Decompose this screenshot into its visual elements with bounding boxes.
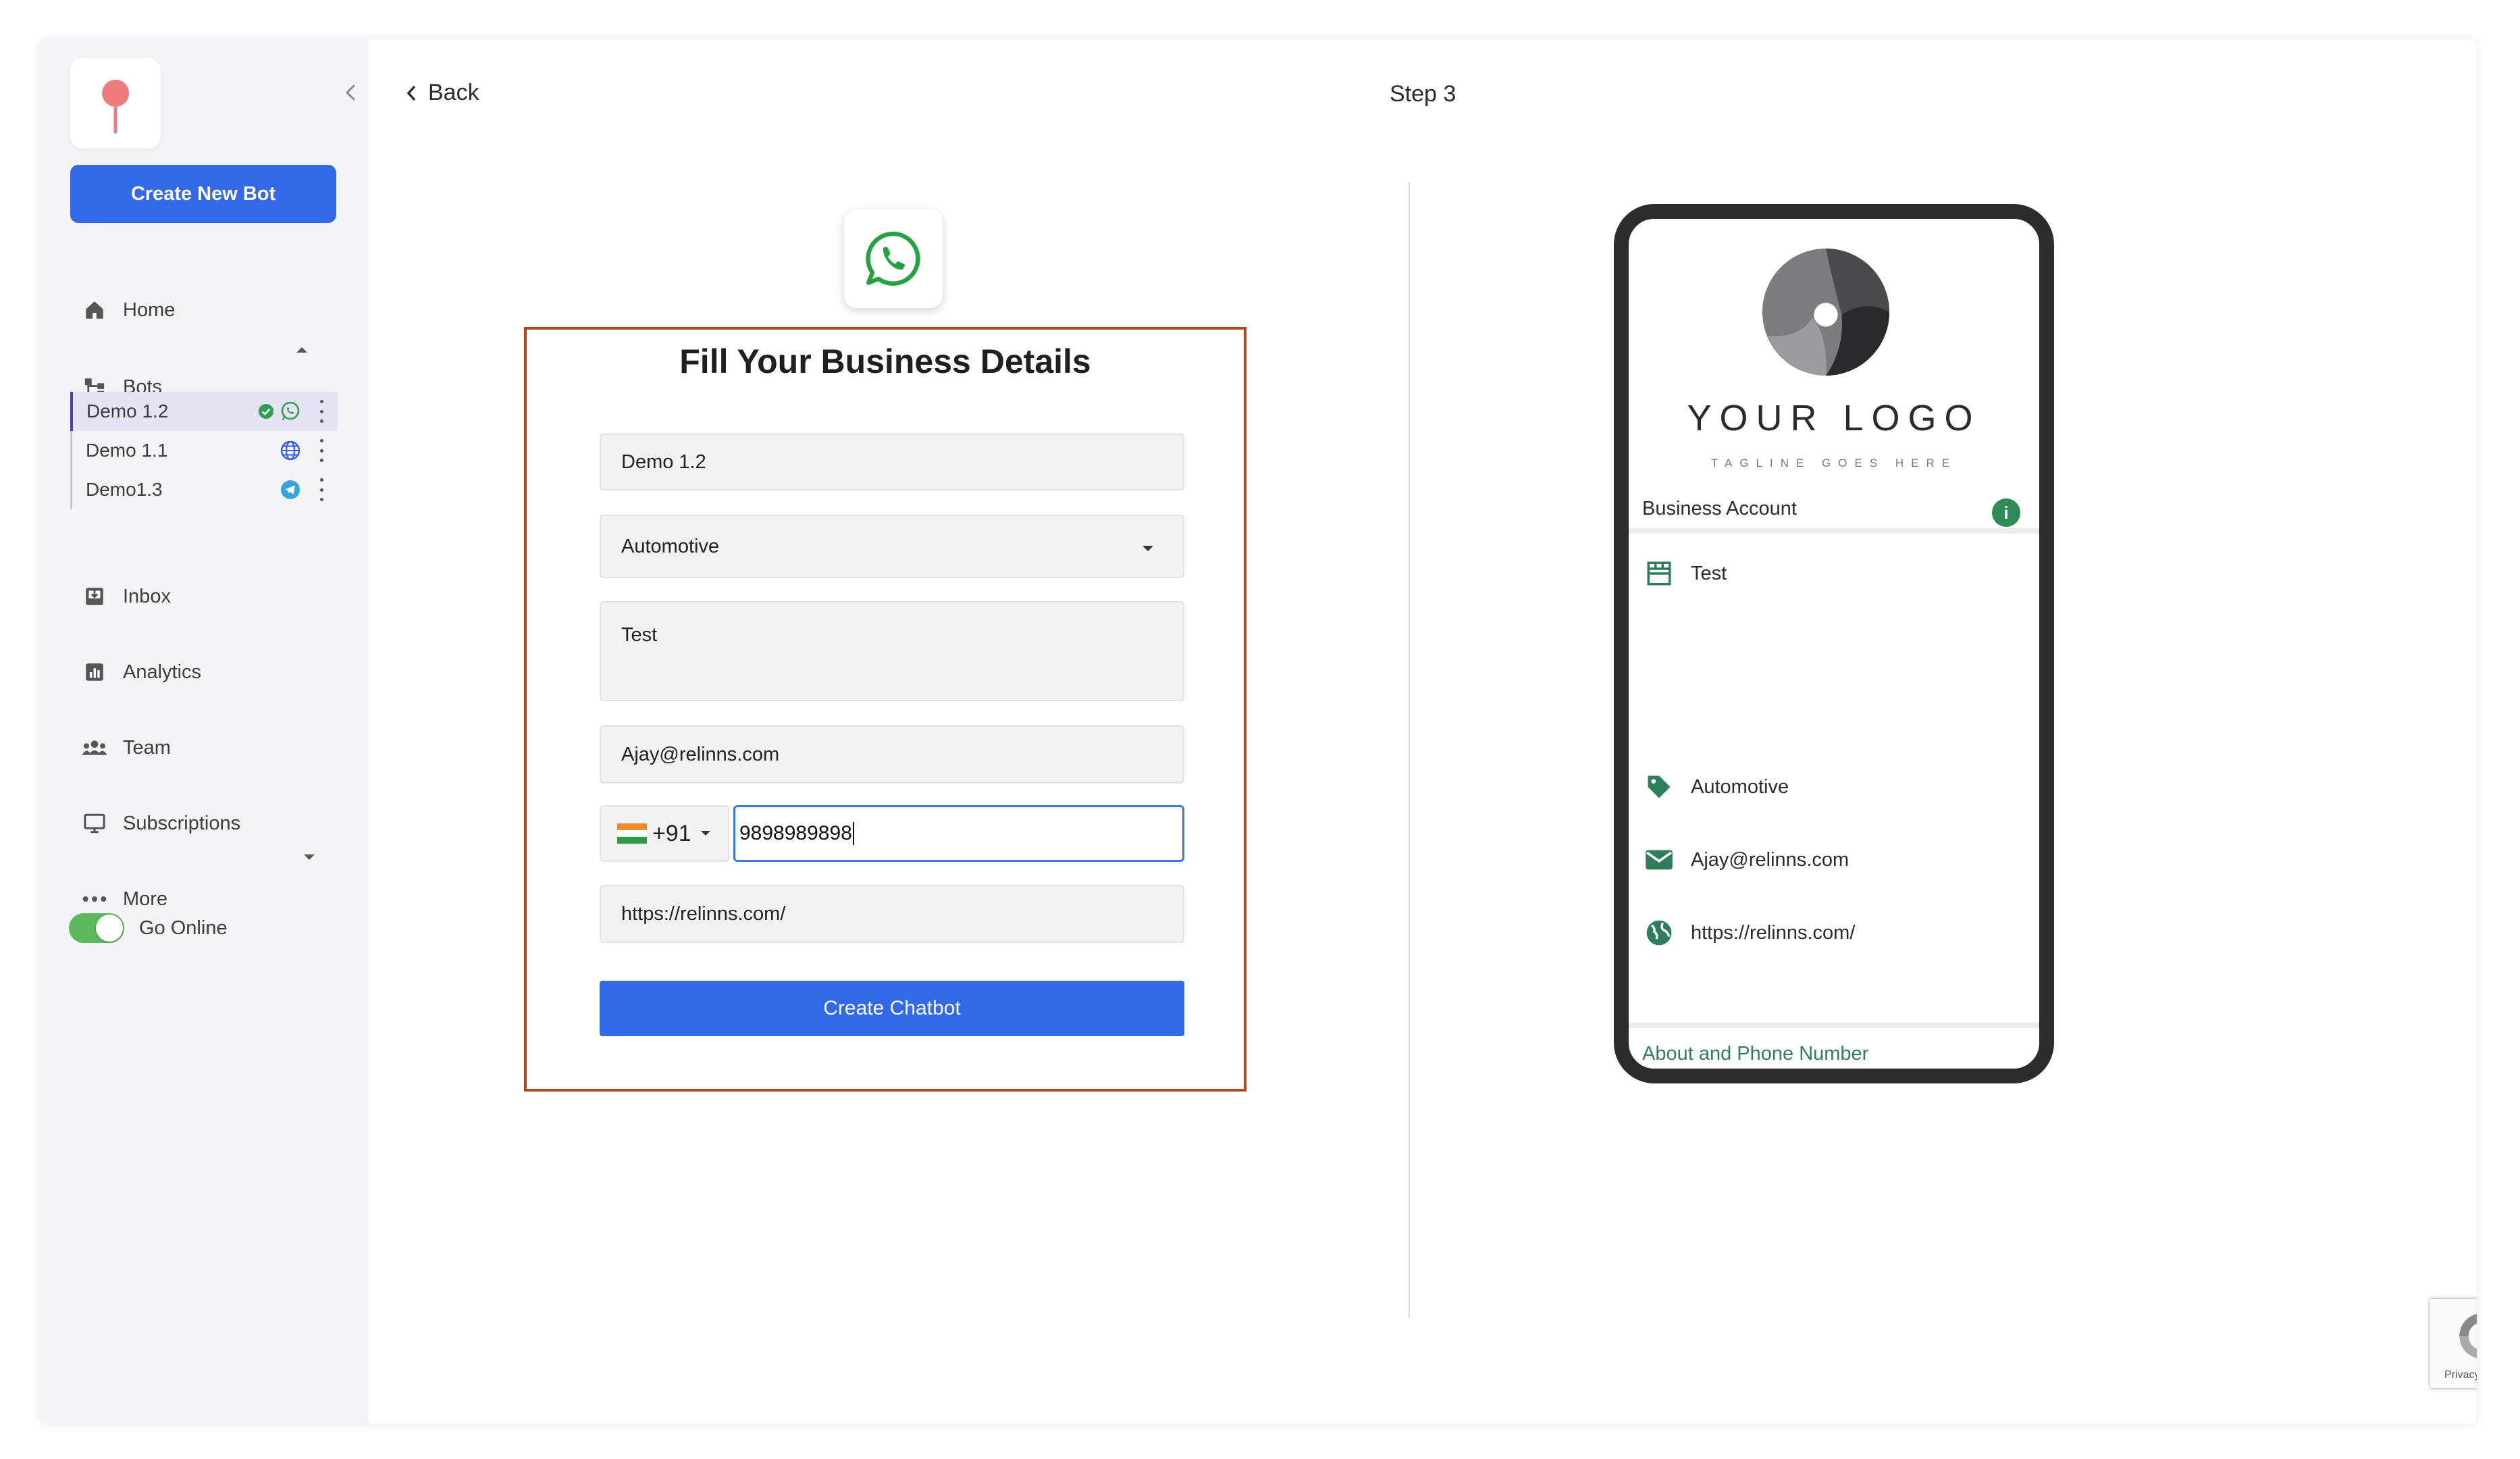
app-logo[interactable]	[70, 58, 161, 149]
business-name-input[interactable]: Demo 1.2	[600, 434, 1184, 490]
country-code-select[interactable]: +91	[600, 805, 729, 862]
logo-text: YOUR LOGO	[1687, 398, 1981, 438]
preview-email: Ajay@relinns.com	[1691, 848, 1849, 871]
nav-more[interactable]: More	[81, 882, 167, 916]
create-new-bot-button[interactable]: Create New Bot	[70, 165, 336, 223]
description-textarea[interactable]: Test	[600, 601, 1184, 701]
info-icon[interactable]: i	[1992, 498, 2020, 527]
country-code-value: +91	[652, 820, 691, 846]
chevron-down-icon	[1143, 546, 1153, 551]
recaptcha-links[interactable]: Privacy - Terms	[2430, 1369, 2477, 1381]
app-window: Create New Bot Home Bots Demo 1.2 Demo 1…	[39, 39, 2477, 1424]
bot-name: Demo1.3	[86, 479, 163, 500]
nav-more-label: More	[123, 888, 168, 910]
category-select[interactable]: Automotive	[600, 515, 1184, 578]
more-dots-icon	[81, 886, 108, 913]
nav-team-label: Team	[123, 736, 171, 759]
nav-analytics-label: Analytics	[123, 661, 202, 683]
nav-inbox[interactable]: Inbox	[81, 580, 171, 613]
preview-website: https://relinns.com/	[1691, 921, 1856, 944]
bot-options-icon[interactable]	[316, 439, 327, 462]
bot-list: Demo 1.2 Demo 1.1 Demo1.3	[70, 392, 338, 509]
preview-description-row: Test	[1642, 557, 1727, 590]
collapse-sidebar-icon[interactable]	[341, 82, 361, 103]
go-online-toggle[interactable]	[69, 913, 124, 943]
category-value: Automotive	[621, 535, 720, 557]
chevron-left-icon	[406, 85, 415, 101]
nav-home-label: Home	[123, 299, 176, 321]
preview-category-row: Automotive	[1642, 770, 1789, 804]
nav-analytics[interactable]: Analytics	[81, 655, 201, 689]
preview-category: Automotive	[1691, 775, 1789, 798]
preview-website-row: https://relinns.com/	[1642, 916, 1855, 950]
bot-name: Demo 1.2	[86, 401, 169, 421]
nav-inbox-label: Inbox	[123, 585, 171, 607]
monitor-icon	[81, 810, 108, 837]
whatsapp-profile-preview: YOUR LOGO TAGLINE GOES HERE Business Acc…	[1614, 204, 2054, 1083]
logo-tagline: TAGLINE GOES HERE	[1710, 457, 1958, 469]
storefront-icon	[1642, 557, 1676, 590]
globe-icon	[1642, 916, 1676, 950]
step-indicator: Step 3	[1390, 81, 1456, 107]
nav-home[interactable]: Home	[81, 293, 175, 327]
email-input[interactable]: Ajay@relinns.com	[600, 725, 1184, 784]
about-phone-link[interactable]: About and Phone Number	[1629, 1023, 2039, 1065]
toggle-knob	[96, 915, 123, 942]
bot-options-icon[interactable]	[316, 478, 327, 501]
preview-description: Test	[1691, 562, 1727, 584]
bot-item-demo-1-3[interactable]: Demo1.3	[72, 470, 338, 509]
business-details-form: Fill Your Business Details Demo 1.2 Auto…	[524, 327, 1246, 1092]
business-account-label: Business Account	[1642, 497, 1797, 519]
whatsapp-logo-tile	[844, 209, 943, 308]
whatsapp-icon	[281, 401, 300, 421]
form-title: Fill Your Business Details	[679, 342, 1091, 380]
placeholder-logo-icon	[1762, 248, 1890, 376]
analytics-icon	[81, 659, 108, 686]
inbox-icon	[81, 583, 108, 610]
text-cursor	[852, 822, 854, 845]
business-account-row: Business Account i	[1629, 489, 2039, 534]
tag-icon	[1642, 770, 1676, 804]
back-button[interactable]: Back	[404, 80, 479, 106]
vertical-divider	[1409, 182, 1410, 1319]
nav-subscriptions-label: Subscriptions	[123, 812, 241, 834]
create-chatbot-button[interactable]: Create Chatbot	[600, 981, 1184, 1036]
team-icon	[81, 734, 108, 761]
sidebar: Create New Bot Home Bots Demo 1.2 Demo 1…	[39, 39, 369, 1424]
nav-subscriptions[interactable]: Subscriptions	[81, 807, 240, 840]
preview-email-row: Ajay@relinns.com	[1642, 843, 1849, 877]
india-flag-icon	[617, 823, 647, 844]
bot-name: Demo 1.1	[86, 440, 168, 461]
bot-options-icon[interactable]	[316, 400, 327, 423]
home-icon	[81, 297, 108, 324]
globe-icon	[280, 440, 300, 461]
phone-value: 9898989898	[739, 822, 852, 844]
mail-icon	[1642, 843, 1676, 877]
bot-item-demo-1-1[interactable]: Demo 1.1	[72, 431, 338, 470]
nav-team[interactable]: Team	[81, 731, 171, 765]
go-online-label: Go Online	[139, 917, 228, 939]
recaptcha-icon	[2459, 1314, 2477, 1358]
whatsapp-icon	[866, 231, 920, 286]
caret-down-icon[interactable]	[301, 851, 317, 863]
verified-check-icon	[259, 404, 273, 419]
telegram-icon	[281, 480, 300, 499]
back-label: Back	[428, 80, 479, 105]
phone-input[interactable]: 9898989898	[733, 805, 1184, 862]
recaptcha-badge[interactable]: Privacy - Terms	[2430, 1298, 2477, 1389]
website-input[interactable]: https://relinns.com/	[600, 885, 1184, 943]
chevron-down-icon	[700, 831, 710, 836]
pin-logo-icon	[102, 80, 129, 134]
caret-up-icon[interactable]	[293, 343, 311, 357]
bot-item-demo-1-2[interactable]: Demo 1.2	[70, 392, 338, 431]
